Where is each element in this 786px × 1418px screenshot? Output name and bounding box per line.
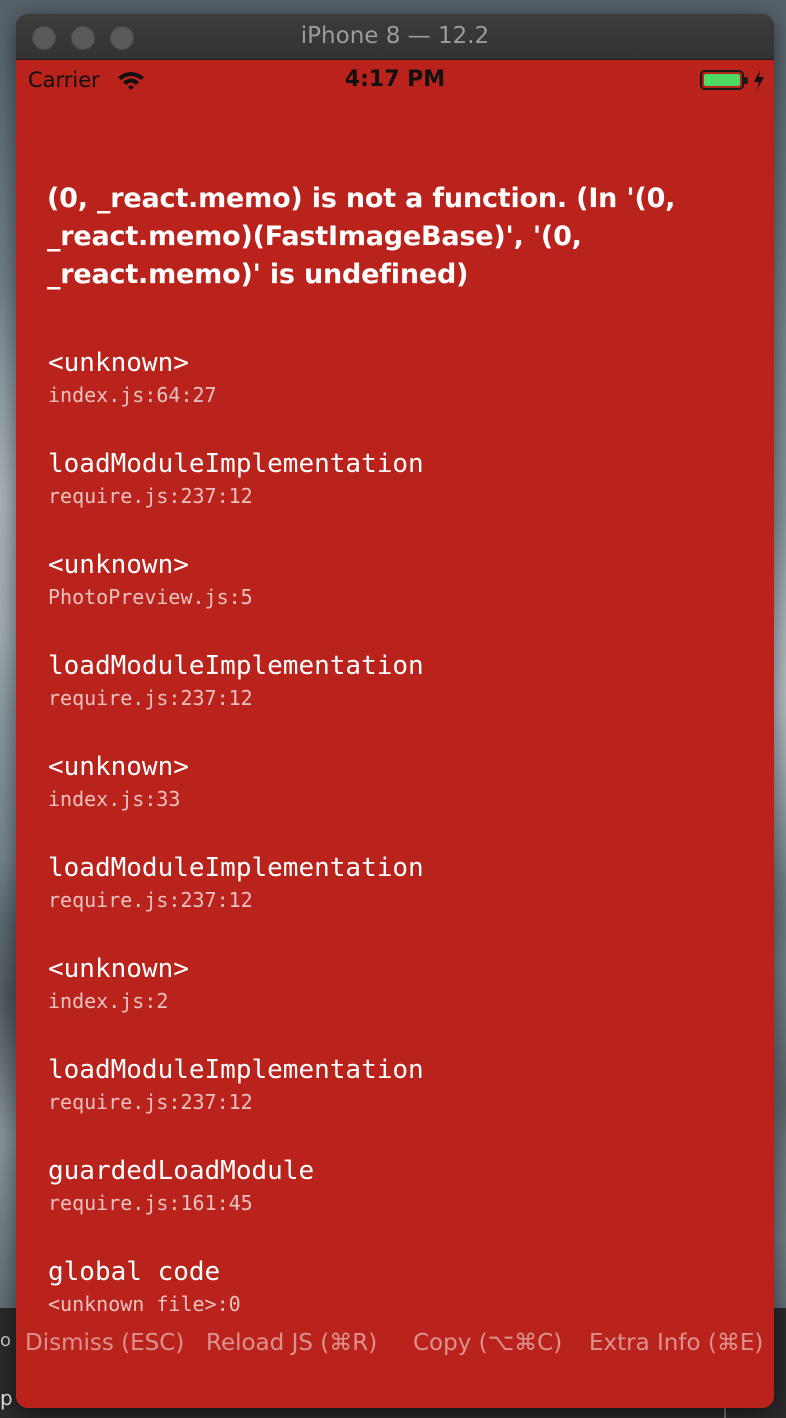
ios-status-bar: Carrier 4:17 PM [16,60,774,100]
stack-frame-location: require.js:237:12 [48,686,253,710]
stack-frame-method: <unknown> [48,752,189,782]
stack-frame[interactable]: loadModuleImplementation require.js:237:… [48,1053,774,1154]
stack-trace: <unknown> index.js:64:27 loadModuleImple… [16,346,774,1356]
window-title-bar[interactable]: iPhone 8 — 12.2 [16,14,774,60]
stack-frame[interactable]: <unknown> index.js:33 [48,750,774,851]
reload-js-button[interactable]: Reload JS (⌘R) [206,1330,377,1356]
stack-frame[interactable]: <unknown> PhotoPreview.js:5 [48,548,774,649]
battery-nub [744,77,748,84]
stack-frame-method: global code [48,1257,221,1287]
background-text-fragment: o [0,1330,12,1351]
redbox-action-bar: Dismiss (ESC) Reload JS (⌘R) Copy (⌥⌘C) … [16,1330,774,1366]
stack-frame-method: <unknown> [48,550,189,580]
battery-level [704,74,740,86]
status-time: 4:17 PM [344,67,446,92]
stack-frame-location: index.js:33 [48,787,181,811]
stack-frame-location: <unknown file>:0 [48,1292,241,1316]
stack-frame-location: PhotoPreview.js:5 [48,585,253,609]
stack-frame-location: require.js:237:12 [48,484,253,508]
stack-frame[interactable]: loadModuleImplementation require.js:237:… [48,447,774,548]
stack-frame-location: index.js:2 [48,989,169,1013]
red-box-error-screen: Carrier 4:17 PM (0, _react.memo) is not … [16,60,774,1408]
stack-frame-method: loadModuleImplementation [48,1055,424,1085]
stack-frame-location: index.js:64:27 [48,383,217,407]
stack-frame-location: require.js:237:12 [48,1090,253,1114]
stack-frame-method: loadModuleImplementation [48,651,424,681]
extra-info-button[interactable]: Extra Info (⌘E) [589,1330,763,1356]
window-title: iPhone 8 — 12.2 [300,23,490,49]
battery-icon [700,70,748,90]
stack-frame-method: <unknown> [48,954,189,984]
stack-frame[interactable]: guardedLoadModule require.js:161:45 [48,1154,774,1255]
copy-button[interactable]: Copy (⌥⌘C) [413,1330,562,1356]
stack-frame[interactable]: <unknown> index.js:64:27 [48,346,774,447]
stack-frame[interactable]: loadModuleImplementation require.js:237:… [48,649,774,750]
charging-bolt-icon [754,70,764,90]
stack-frame-method: loadModuleImplementation [48,853,424,883]
simulator-window: iPhone 8 — 12.2 Carrier 4:17 PM (0, _rea… [16,14,774,1408]
stack-frame-method: loadModuleImplementation [48,449,424,479]
stack-frame-method: guardedLoadModule [48,1156,315,1186]
stack-frame-location: require.js:237:12 [48,888,253,912]
dismiss-button[interactable]: Dismiss (ESC) [25,1330,184,1356]
error-message[interactable]: (0, _react.memo) is not a function. (In … [16,100,774,294]
stack-frame-method: <unknown> [48,348,189,378]
background-text-fragment: p [0,1386,13,1410]
stack-frame[interactable]: <unknown> index.js:2 [48,952,774,1053]
stack-frame-location: require.js:161:45 [48,1191,253,1215]
stack-frame[interactable]: loadModuleImplementation require.js:237:… [48,851,774,952]
